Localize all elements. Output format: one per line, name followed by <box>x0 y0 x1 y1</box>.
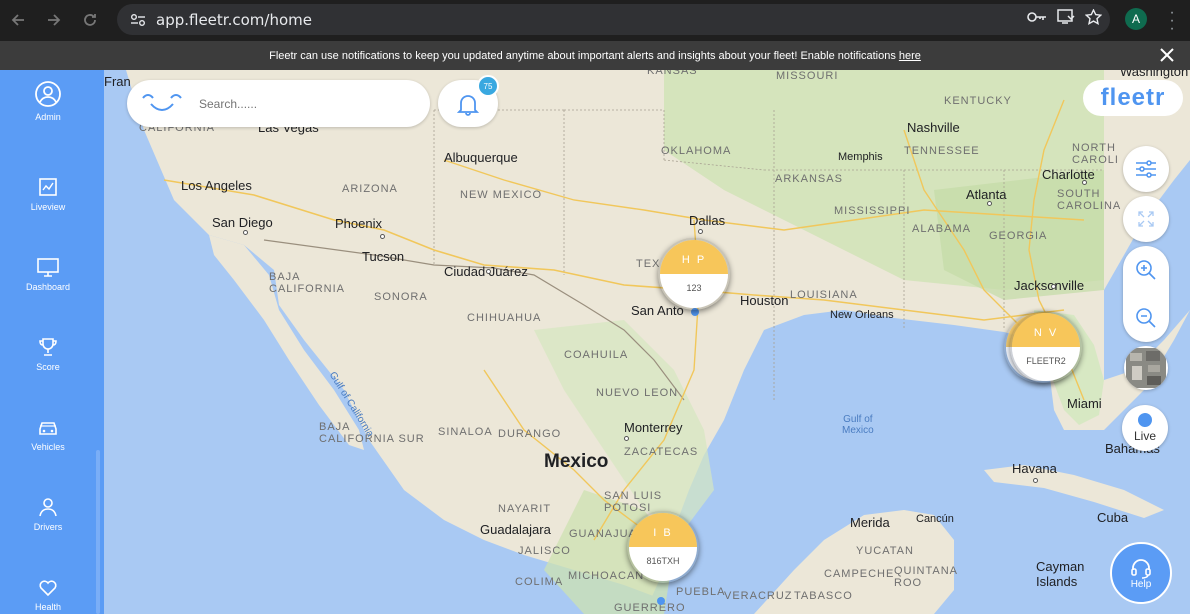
user-circle-icon <box>35 81 61 107</box>
help-button[interactable]: Help <box>1110 542 1172 604</box>
site-settings-icon[interactable] <box>123 13 153 27</box>
city-dot <box>380 234 385 239</box>
sidebar-item-label: Admin <box>35 112 61 122</box>
vehicle-location-pin <box>657 597 665 605</box>
expand-icon <box>1138 211 1154 227</box>
zoom-controls <box>1123 246 1169 342</box>
city-dot <box>1033 478 1038 483</box>
fleetr-face-icon <box>141 90 183 117</box>
back-icon[interactable] <box>0 2 36 38</box>
sidebar-item-liveview[interactable]: Liveview <box>0 176 96 212</box>
city-dot <box>698 229 703 234</box>
sidebar-item-label: Health <box>34 602 61 612</box>
driver-icon <box>39 498 57 517</box>
city-dot <box>243 230 248 235</box>
enable-notifications-link[interactable]: here <box>899 50 921 62</box>
close-icon[interactable] <box>1158 46 1176 64</box>
city-dot <box>987 201 992 206</box>
sidebar: Admin Liveview Dashboard Score Vehicles … <box>0 70 104 614</box>
sidebar-item-admin[interactable]: Admin <box>0 80 96 122</box>
help-label: Help <box>1130 578 1152 590</box>
vehicle-plate: 816TXH <box>629 547 697 581</box>
sidebar-item-drivers[interactable]: Drivers <box>0 496 96 532</box>
brand-logo: fleetr <box>1083 80 1183 116</box>
sidebar-item-score[interactable]: Score <box>0 336 96 372</box>
car-icon <box>39 422 57 435</box>
satellite-view-button[interactable] <box>1124 346 1168 390</box>
notification-banner: Fleetr can use notifications to keep you… <box>0 41 1190 70</box>
health-icon <box>39 580 57 597</box>
satellite-thumbnail-icon <box>1126 348 1166 388</box>
sliders-icon <box>1136 160 1156 178</box>
forward-icon[interactable] <box>36 2 72 38</box>
bookmark-star-icon[interactable] <box>1084 8 1103 30</box>
zoom-in-icon <box>1136 260 1156 280</box>
vehicle-initials: I B <box>629 513 697 547</box>
password-key-icon[interactable] <box>1027 10 1047 29</box>
fullscreen-button[interactable] <box>1123 196 1169 242</box>
city-dot <box>486 269 491 274</box>
sidebar-item-vehicles[interactable]: Vehicles <box>0 416 96 452</box>
city-dot <box>1051 284 1056 289</box>
city-dot <box>1082 180 1087 185</box>
live-indicator-icon <box>1138 413 1152 427</box>
map-icon <box>39 178 57 196</box>
search-input[interactable] <box>199 96 399 111</box>
city-dot <box>624 436 629 441</box>
search-bar[interactable] <box>127 80 430 127</box>
filter-button[interactable] <box>1123 146 1169 192</box>
bell-icon <box>457 94 479 116</box>
sidebar-item-label: Vehicles <box>31 442 65 452</box>
install-app-icon[interactable] <box>1057 9 1075 30</box>
vehicle-marker[interactable]: N V FLEETR2 <box>1010 311 1082 383</box>
browser-toolbar: app.fleetr.com/home A · · · <box>0 0 1190 41</box>
url-text[interactable]: app.fleetr.com/home <box>156 11 312 29</box>
sidebar-item-label: Dashboard <box>25 282 71 292</box>
profile-avatar[interactable]: A <box>1125 8 1147 30</box>
vehicle-initials: N V <box>1012 313 1080 347</box>
reload-icon[interactable] <box>72 2 108 38</box>
notification-message: Fleetr can use notifications to keep you… <box>269 49 896 62</box>
live-label: Live <box>1133 429 1156 443</box>
live-button[interactable]: Live <box>1122 405 1168 451</box>
vehicle-plate: 123 <box>660 274 728 308</box>
sidebar-item-label: Score <box>36 362 60 372</box>
zoom-out-button[interactable] <box>1123 294 1169 342</box>
vehicle-marker[interactable]: H P 123 <box>658 238 730 310</box>
vehicle-initials: H P <box>660 240 728 274</box>
vehicle-marker[interactable]: I B 816TXH <box>627 511 699 583</box>
monitor-icon <box>37 258 59 277</box>
map-canvas[interactable]: CALIFORNIA ARIZONA NEW MEXICO OKLAHOMA A… <box>104 70 1190 614</box>
zoom-out-icon <box>1136 308 1156 328</box>
sidebar-item-health[interactable]: Health <box>0 576 96 612</box>
headset-icon <box>1131 558 1151 579</box>
vehicle-plate: FLEETR2 <box>1012 347 1080 381</box>
browser-menu-icon[interactable]: · · · <box>1164 5 1180 37</box>
sidebar-item-label: Liveview <box>30 202 66 212</box>
sidebar-scrollbar[interactable] <box>96 450 100 614</box>
zoom-in-button[interactable] <box>1123 246 1169 294</box>
sidebar-item-dashboard[interactable]: Dashboard <box>0 256 96 292</box>
sidebar-item-label: Drivers <box>33 522 63 532</box>
address-bar[interactable]: app.fleetr.com/home <box>117 4 1110 35</box>
trophy-icon <box>39 338 57 356</box>
notification-count-badge: 75 <box>477 75 499 97</box>
